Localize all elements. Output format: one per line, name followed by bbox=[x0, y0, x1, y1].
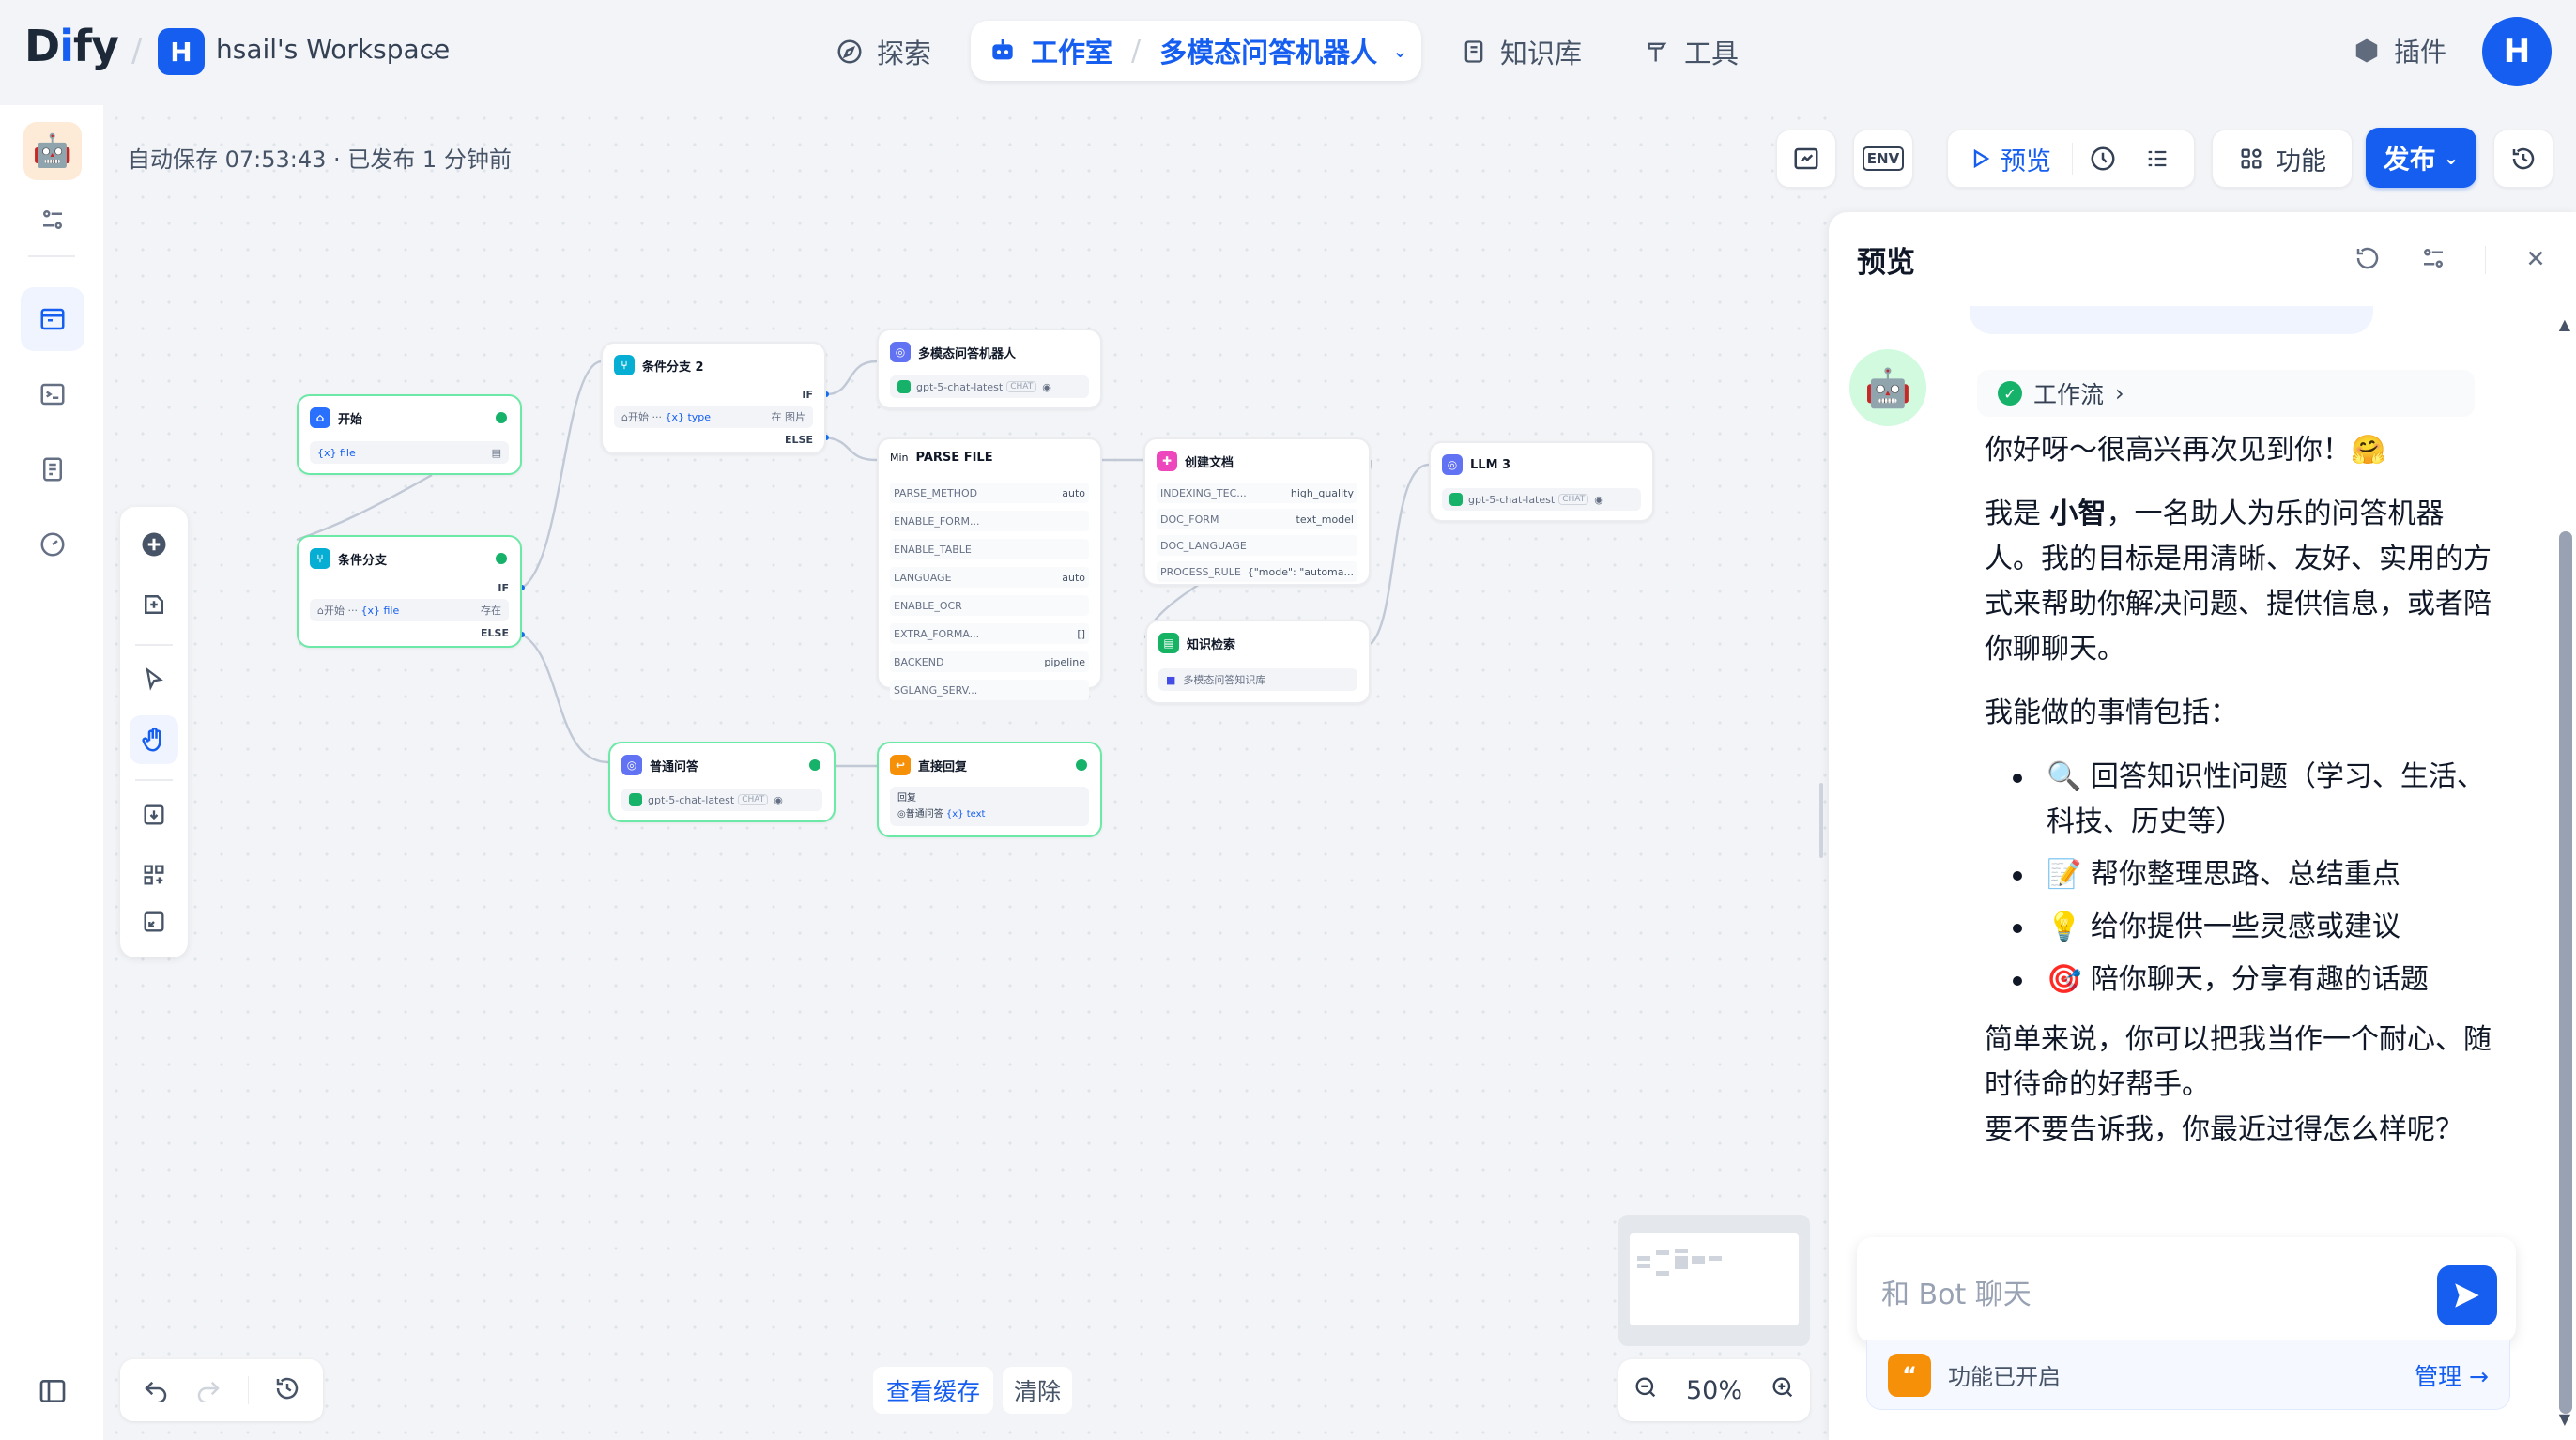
branch-icon: ⑂ bbox=[310, 548, 330, 569]
bot-avatar: 🤖 bbox=[1849, 349, 1926, 426]
env-icon: ENV bbox=[1862, 146, 1905, 171]
variables-sliders-icon[interactable] bbox=[2419, 244, 2447, 276]
folder-icon: ■ bbox=[1166, 673, 1176, 686]
workflow-edges bbox=[296, 360, 1430, 768]
preview-toolbar: 预览 bbox=[1947, 130, 2195, 188]
llm-icon: ◎ bbox=[1442, 454, 1463, 475]
document-plus-icon: ✚ bbox=[1157, 451, 1177, 471]
node-llm-normal-qa[interactable]: ◎ 普通问答 gpt-5-chat-latest CHAT ◉ bbox=[608, 742, 836, 822]
branch-icon: ⑂ bbox=[614, 355, 635, 375]
history-icon bbox=[2512, 147, 2535, 170]
node-param-row: EXTRA_FORMA...[] bbox=[890, 623, 1089, 644]
cube-icon bbox=[2355, 38, 2378, 63]
workflow-process-toggle[interactable]: ✓ 工作流 › bbox=[1977, 370, 2475, 417]
openai-icon bbox=[1449, 493, 1463, 506]
node-param-row: DOC_FORM text_model bbox=[1157, 509, 1357, 529]
home-icon: ⌂ bbox=[310, 407, 330, 428]
list-item: 📝 帮你整理思路、总结重点 bbox=[2013, 852, 2492, 897]
database-icon: ▤ bbox=[1158, 633, 1179, 653]
run-history-button[interactable] bbox=[2073, 145, 2133, 173]
node-param-row: ENABLE_OCR bbox=[890, 595, 1089, 616]
history-clock-icon bbox=[2091, 146, 2115, 171]
chat-input[interactable]: 和 Bot 聊天 bbox=[1857, 1237, 2516, 1342]
node-if-else-1[interactable]: ⑂ 条件分支 IF ⌂开始 ··· {x} file 存在 ELSE bbox=[297, 535, 522, 648]
model-row: gpt-5-chat-latest CHAT ◉ bbox=[890, 375, 1089, 398]
success-check-icon bbox=[809, 759, 820, 771]
scroll-down-arrow[interactable]: ▼ bbox=[2559, 1410, 2570, 1428]
node-variable: {x} file ▤ bbox=[310, 441, 509, 464]
scrollbar-thumb[interactable] bbox=[2559, 531, 2572, 1414]
knowledge-base-row: ■ 多模态问答知识库 bbox=[1158, 668, 1357, 691]
eye-icon: ◉ bbox=[774, 793, 783, 806]
panel-resize-handle[interactable] bbox=[1819, 783, 1823, 858]
features-enabled-bar: “ 功能已开启 管理 → bbox=[1866, 1340, 2510, 1410]
restart-icon[interactable] bbox=[2354, 244, 2382, 276]
play-icon bbox=[1973, 148, 1990, 169]
preview-title: 预览 bbox=[1857, 246, 1915, 280]
eye-icon: ◉ bbox=[1594, 493, 1603, 506]
chevron-right-icon: › bbox=[2115, 380, 2124, 406]
node-answer[interactable]: ↩ 直接回复 回复 ◎普通问答 {x} text bbox=[877, 742, 1102, 837]
node-llm-3[interactable]: ◎ LLM 3 gpt-5-chat-latest CHAT ◉ bbox=[1429, 441, 1654, 522]
eye-icon: ◉ bbox=[1042, 380, 1051, 393]
list-check-icon bbox=[2148, 150, 2167, 167]
success-check-icon bbox=[496, 412, 507, 423]
quote-icon: “ bbox=[1888, 1353, 1931, 1397]
list-item: 🎯 陪你聊天，分享有趣的话题 bbox=[2013, 957, 2492, 1003]
success-check-icon bbox=[1076, 759, 1087, 771]
list-item: 🔍 回答知识性问题（学习、生活、科技、历史等） bbox=[2013, 755, 2492, 845]
send-icon bbox=[2455, 1283, 2479, 1308]
success-check-icon: ✓ bbox=[1998, 381, 2022, 406]
node-param-row: DOC_LANGUAGE bbox=[1157, 535, 1357, 556]
llm-icon: ◎ bbox=[890, 342, 911, 362]
features-button[interactable]: 功能 bbox=[2212, 130, 2353, 188]
env-button[interactable]: ENV bbox=[1853, 130, 1913, 188]
openai-icon bbox=[897, 380, 911, 393]
node-param-row: SGLANG_SERV... bbox=[890, 680, 1089, 700]
close-icon[interactable] bbox=[2523, 246, 2548, 274]
condition-row: ⌂开始 ··· {x} type 在 图片 bbox=[614, 406, 813, 428]
user-avatar[interactable]: H bbox=[2482, 17, 2552, 86]
publish-button[interactable]: 发布 ⌄ bbox=[2366, 128, 2476, 188]
node-param-row: ENABLE_FORM... bbox=[890, 511, 1089, 531]
chat-input-placeholder: 和 Bot 聊天 bbox=[1881, 1279, 2032, 1311]
reply-icon: ↩ bbox=[890, 755, 911, 775]
preview-panel: 预览 🤖 ✓ 工作流 › 你好呀～很高兴再次见到你！🤗 我是 小智，一名助人为乐… bbox=[1829, 212, 2576, 1440]
list-item: 💡 给你提供一些灵感或建议 bbox=[2013, 905, 2492, 950]
file-icon: ▤ bbox=[491, 446, 501, 459]
model-row: gpt-5-chat-latest CHAT ◉ bbox=[621, 789, 822, 811]
node-param-row: PROCESS_RULE {"mode": "automa... bbox=[1157, 561, 1357, 582]
manage-features-link[interactable]: 管理 → bbox=[2415, 1358, 2489, 1392]
openai-icon bbox=[629, 793, 642, 806]
node-if-else-2[interactable]: ⑂ 条件分支 2 IF ⌂开始 ··· {x} type 在 图片 ELSE bbox=[601, 342, 826, 454]
node-start[interactable]: ⌂ 开始 {x} file ▤ bbox=[297, 394, 522, 475]
model-row: gpt-5-chat-latest CHAT ◉ bbox=[1442, 488, 1641, 511]
grid-apps-icon bbox=[2241, 148, 2262, 169]
node-create-document[interactable]: ✚ 创建文档 INDEXING_TEC... high_quality DOC_FOR… bbox=[1143, 437, 1371, 586]
mineru-icon: Min bbox=[890, 452, 909, 464]
node-param-row: BACKEND pipeline bbox=[890, 651, 1089, 672]
success-check-icon bbox=[496, 553, 507, 564]
node-param-row: ENABLE_TABLE bbox=[890, 539, 1089, 559]
node-knowledge-retrieval[interactable]: ▤ 知识检索 ■ 多模态问答知识库 bbox=[1145, 620, 1371, 704]
node-parse-file[interactable]: Min PARSE FILE PARSE_METHOD auto ENABLE_FOR… bbox=[877, 437, 1102, 700]
scroll-up-arrow[interactable]: ▲ bbox=[2559, 315, 2570, 333]
checklist-list-button[interactable] bbox=[2133, 146, 2182, 172]
node-param-row: INDEXING_TEC... high_quality bbox=[1157, 483, 1357, 503]
version-history-button[interactable] bbox=[2493, 130, 2553, 188]
capability-list: 🔍 回答知识性问题（学习、生活、科技、历史等） 📝 帮你整理思路、总结重点 💡 给你… bbox=[1985, 755, 2492, 1003]
node-param-row: LANGUAGE auto bbox=[890, 567, 1089, 588]
chevron-down-icon: ⌄ bbox=[2443, 146, 2460, 169]
bot-message: 你好呀～很高兴再次见到你！🤗 我是 小智，一名助人为乐的问答机器人。我的目标是用… bbox=[1985, 434, 2492, 1146]
previous-message-bubble bbox=[1970, 306, 2373, 334]
reply-content: 回复 ◎普通问答 {x} text bbox=[890, 787, 1089, 826]
preview-button[interactable]: 预览 bbox=[1948, 130, 2072, 187]
condition-row: ⌂开始 ··· {x} file 存在 bbox=[310, 599, 509, 621]
nav-plugins[interactable]: 插件 bbox=[2353, 32, 2446, 69]
send-button[interactable] bbox=[2437, 1265, 2497, 1325]
node-param-row: PARSE_METHOD auto bbox=[890, 483, 1089, 503]
llm-icon: ◎ bbox=[621, 755, 642, 775]
node-llm-multimodal[interactable]: ◎ 多模态问答机器人 gpt-5-chat-latest CHAT ◉ bbox=[877, 329, 1102, 409]
